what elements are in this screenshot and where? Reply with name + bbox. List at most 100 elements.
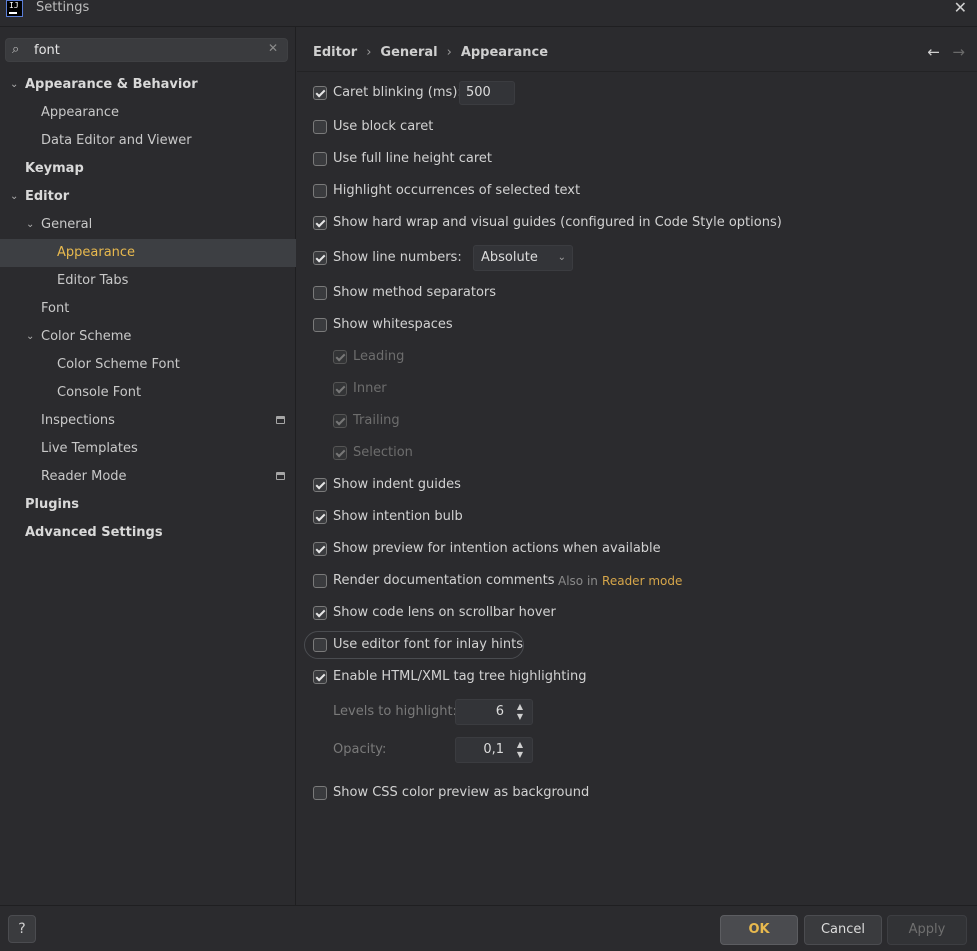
chevron-down-icon[interactable]: ⌄ bbox=[26, 323, 34, 351]
levels-spinner[interactable]: 6 ▲ ▼ bbox=[455, 699, 533, 725]
trailing-option: Trailing bbox=[333, 411, 533, 431]
spinner-down-icon[interactable]: ▼ bbox=[513, 712, 527, 722]
caret-blinking-field[interactable]: 500 bbox=[459, 81, 515, 105]
breadcrumb-item[interactable]: General bbox=[380, 45, 437, 60]
selection-checkbox[interactable] bbox=[333, 446, 347, 460]
inner-checkbox[interactable] bbox=[333, 382, 347, 396]
tree-item-plugins[interactable]: Plugins bbox=[0, 491, 296, 519]
tree-item-editor[interactable]: ⌄ Editor bbox=[0, 183, 296, 211]
indent-guides-label: Show indent guides bbox=[333, 477, 461, 492]
tree-item-label: Editor Tabs bbox=[57, 273, 129, 288]
trailing-checkbox[interactable] bbox=[333, 414, 347, 428]
whitespaces-label: Show whitespaces bbox=[333, 317, 453, 332]
trailing-label: Trailing bbox=[353, 413, 400, 428]
chevron-down-icon: ⌄ bbox=[557, 252, 566, 263]
whitespaces-option: Show whitespaces bbox=[313, 315, 713, 335]
search-box[interactable]: ⌕ ✕ bbox=[5, 38, 288, 62]
tree-item-color-scheme[interactable]: ⌄ Color Scheme bbox=[0, 323, 296, 351]
tree-item-general[interactable]: ⌄ General bbox=[0, 211, 296, 239]
project-settings-icon bbox=[276, 472, 285, 480]
breadcrumb-item: Appearance bbox=[460, 45, 549, 60]
block-caret-label: Use block caret bbox=[333, 119, 434, 134]
tree-item-label: Console Font bbox=[57, 385, 142, 400]
forward-arrow-icon[interactable]: → bbox=[952, 43, 965, 61]
highlight-occurrences-checkbox[interactable] bbox=[313, 184, 327, 198]
code-lens-option: Show code lens on scrollbar hover bbox=[313, 603, 713, 623]
spinner-down-icon[interactable]: ▼ bbox=[513, 750, 527, 760]
tree-item-label: Appearance bbox=[41, 105, 120, 120]
breadcrumb-item[interactable]: Editor bbox=[313, 45, 357, 60]
block-caret-checkbox[interactable] bbox=[313, 120, 327, 134]
tree-item-editor-appearance[interactable]: Appearance bbox=[0, 239, 296, 267]
render-docs-label: Render documentation comments bbox=[333, 573, 555, 588]
tree-item-appearance-behavior[interactable]: ⌄ Appearance & Behavior bbox=[0, 71, 296, 99]
tree-item-advanced-settings[interactable]: Advanced Settings bbox=[0, 519, 296, 547]
title-bar: IJ Settings ✕ bbox=[0, 0, 977, 27]
highlight-occurrences-option: Highlight occurrences of selected text bbox=[313, 181, 713, 201]
search-input[interactable] bbox=[34, 41, 264, 59]
opacity-label: Opacity: bbox=[333, 742, 387, 757]
cancel-button[interactable]: Cancel bbox=[804, 915, 882, 945]
intention-preview-option: Show preview for intention actions when … bbox=[313, 539, 813, 559]
css-color-label: Show CSS color preview as background bbox=[333, 785, 590, 800]
tree-item-live-templates[interactable]: Live Templates bbox=[0, 435, 296, 463]
opacity-spinner[interactable]: 0,1 ▲ ▼ bbox=[455, 737, 533, 763]
tag-tree-label: Enable HTML/XML tag tree highlighting bbox=[333, 669, 587, 684]
settings-content: Editor › General › Appearance ← → Caret blin… bbox=[297, 27, 977, 905]
tree-item-label: Keymap bbox=[25, 161, 84, 176]
code-lens-checkbox[interactable] bbox=[313, 606, 327, 620]
search-icon: ⌕ bbox=[12, 42, 20, 57]
app-logo-icon: IJ bbox=[6, 0, 23, 17]
block-caret-option: Use block caret bbox=[313, 117, 713, 137]
editor-font-inlay-option: Use editor font for inlay hints bbox=[313, 635, 713, 655]
full-line-caret-option: Use full line height caret bbox=[313, 149, 713, 169]
hard-wrap-checkbox[interactable] bbox=[313, 216, 327, 230]
apply-button[interactable]: Apply bbox=[887, 915, 967, 945]
spinner-up-icon[interactable]: ▲ bbox=[513, 740, 527, 750]
line-numbers-checkbox[interactable] bbox=[313, 251, 327, 265]
chevron-down-icon[interactable]: ⌄ bbox=[10, 71, 18, 99]
dialog-footer: ? OK Cancel Apply bbox=[0, 905, 977, 951]
close-window-icon[interactable]: ✕ bbox=[954, 0, 967, 16]
leading-checkbox[interactable] bbox=[333, 350, 347, 364]
method-separators-checkbox[interactable] bbox=[313, 286, 327, 300]
editor-font-inlay-checkbox[interactable] bbox=[313, 638, 327, 652]
intention-bulb-checkbox[interactable] bbox=[313, 510, 327, 524]
tree-item-appearance[interactable]: Appearance bbox=[0, 99, 296, 127]
reader-mode-link[interactable]: Reader mode bbox=[602, 574, 682, 588]
tree-item-label: Appearance & Behavior bbox=[25, 77, 198, 92]
spinner-up-icon[interactable]: ▲ bbox=[513, 702, 527, 712]
settings-sidebar: ⌕ ✕ ⌄ Appearance & Behavior Appearance D… bbox=[0, 27, 296, 905]
render-docs-checkbox[interactable] bbox=[313, 574, 327, 588]
intention-preview-checkbox[interactable] bbox=[313, 542, 327, 556]
full-line-caret-checkbox[interactable] bbox=[313, 152, 327, 166]
css-color-option: Show CSS color preview as background bbox=[313, 783, 713, 803]
back-arrow-icon[interactable]: ← bbox=[927, 43, 940, 61]
css-color-checkbox[interactable] bbox=[313, 786, 327, 800]
clear-search-icon[interactable]: ✕ bbox=[268, 41, 278, 55]
header-divider bbox=[297, 71, 977, 72]
tree-item-console-font[interactable]: Console Font bbox=[0, 379, 296, 407]
help-button[interactable]: ? bbox=[8, 915, 36, 943]
tree-item-editor-tabs[interactable]: Editor Tabs bbox=[0, 267, 296, 295]
tree-item-reader-mode[interactable]: Reader Mode bbox=[0, 463, 296, 491]
tree-item-label: Reader Mode bbox=[41, 469, 127, 484]
tree-item-keymap[interactable]: Keymap bbox=[0, 155, 296, 183]
line-numbers-dropdown[interactable]: Absolute ⌄ bbox=[473, 245, 573, 271]
tree-item-color-scheme-font[interactable]: Color Scheme Font bbox=[0, 351, 296, 379]
whitespaces-checkbox[interactable] bbox=[313, 318, 327, 332]
tree-item-data-editor[interactable]: Data Editor and Viewer bbox=[0, 127, 296, 155]
chevron-down-icon[interactable]: ⌄ bbox=[10, 183, 18, 211]
indent-guides-checkbox[interactable] bbox=[313, 478, 327, 492]
inner-label: Inner bbox=[353, 381, 387, 396]
tag-tree-checkbox[interactable] bbox=[313, 670, 327, 684]
chevron-down-icon[interactable]: ⌄ bbox=[26, 211, 34, 239]
tree-item-font[interactable]: Font bbox=[0, 295, 296, 323]
caret-blinking-checkbox[interactable] bbox=[313, 86, 327, 100]
ok-button[interactable]: OK bbox=[720, 915, 798, 945]
hard-wrap-option: Show hard wrap and visual guides (config… bbox=[313, 213, 933, 233]
also-in-label: Also in bbox=[558, 574, 598, 588]
highlight-occurrences-label: Highlight occurrences of selected text bbox=[333, 183, 581, 198]
levels-label: Levels to highlight: bbox=[333, 704, 457, 719]
tree-item-inspections[interactable]: Inspections bbox=[0, 407, 296, 435]
